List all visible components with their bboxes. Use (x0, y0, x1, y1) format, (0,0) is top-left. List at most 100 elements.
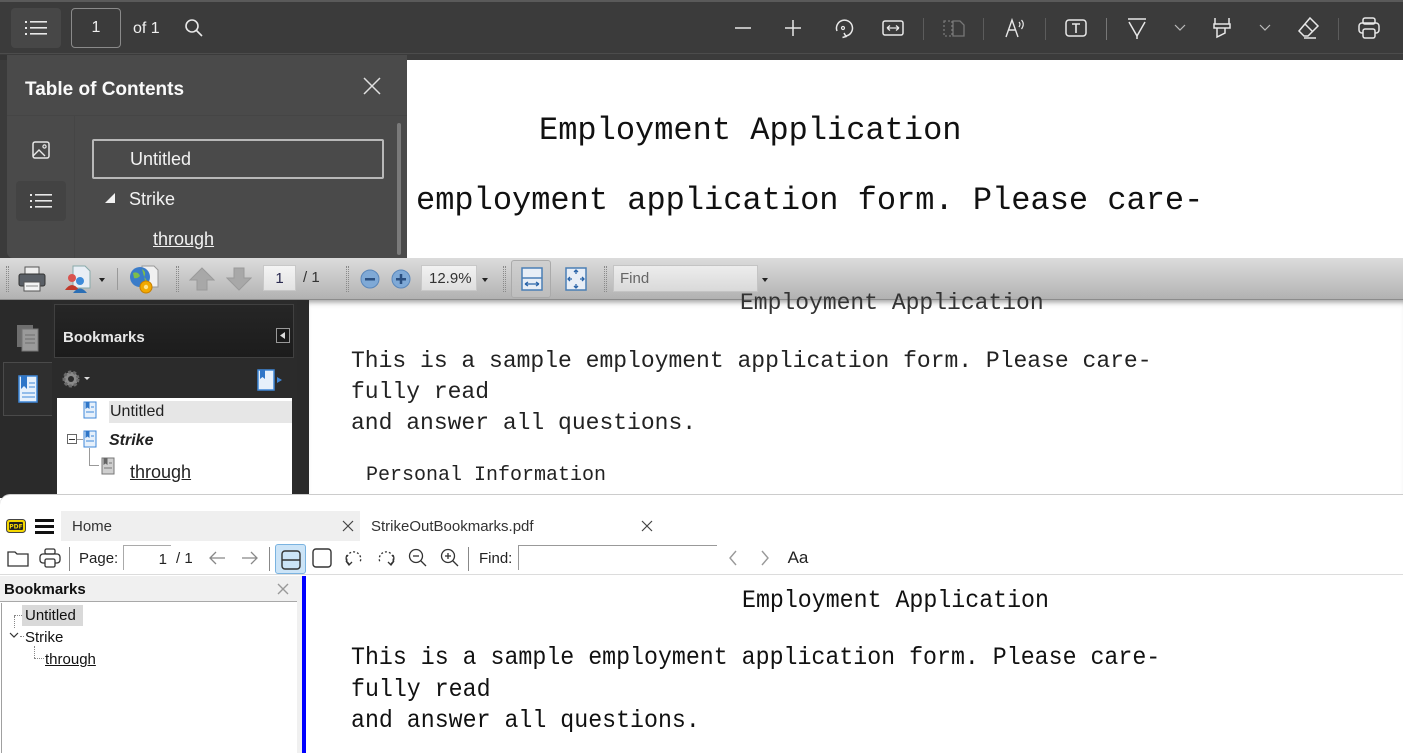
page-number-input[interactable]: 1 (71, 8, 121, 48)
toolbar-grip[interactable] (176, 266, 179, 292)
match-case-button[interactable]: Aa (785, 546, 811, 570)
outline-tab[interactable] (16, 181, 66, 221)
zoom-dropdown-arrow[interactable] (482, 278, 488, 282)
bookmark-item-through[interactable]: through (130, 462, 191, 483)
zoom-out-button[interactable] (731, 16, 755, 40)
toc-toggle-button[interactable] (11, 8, 61, 48)
document-text-line: and answer all questions. (351, 410, 697, 436)
print-button[interactable] (38, 546, 62, 570)
chevron-down-icon (1259, 24, 1271, 32)
close-bookmarks-button[interactable] (276, 582, 290, 596)
tab-home[interactable]: Home (61, 511, 360, 541)
read-aloud-button[interactable] (1003, 15, 1029, 41)
rotate-icon (832, 17, 854, 39)
draw-button[interactable] (1125, 15, 1149, 41)
bookmark-item-untitled[interactable]: Untitled (25, 607, 76, 624)
zoom-in-button[interactable] (781, 16, 805, 40)
erase-button[interactable] (1295, 15, 1321, 41)
find-input[interactable] (518, 545, 717, 570)
collapse-toggle[interactable] (67, 434, 77, 444)
toc-scrollbar[interactable] (397, 123, 401, 255)
previous-page-button[interactable] (205, 546, 229, 570)
toolbar-grip[interactable] (503, 266, 506, 292)
outline-icon (30, 193, 52, 209)
thumbnails-tab[interactable] (16, 130, 66, 170)
arrow-right-icon (241, 551, 259, 565)
expand-toggle[interactable] (9, 631, 19, 641)
search-button[interactable] (182, 16, 206, 40)
rotate-button[interactable] (831, 16, 855, 40)
hamburger-menu-icon (35, 518, 55, 534)
next-page-button[interactable] (238, 546, 262, 570)
fit-width-button[interactable] (275, 544, 306, 574)
toolbar-separator (117, 268, 118, 290)
open-file-button[interactable] (6, 546, 30, 570)
bookmark-options-button[interactable] (60, 368, 92, 390)
find-previous-button[interactable] (721, 546, 745, 570)
zoom-out-button[interactable] (406, 546, 430, 570)
toolbar-grip[interactable] (6, 266, 9, 292)
zoom-in-button[interactable] (385, 263, 417, 295)
page-number-input[interactable]: 1 (123, 545, 171, 570)
toc-item-through[interactable]: through (153, 229, 214, 250)
two-page-button[interactable] (942, 16, 966, 40)
previous-page-button[interactable] (186, 263, 218, 295)
tree-connector (14, 616, 15, 628)
toc-expand-toggle[interactable] (104, 192, 116, 204)
draw-options-dropdown[interactable] (1172, 20, 1188, 36)
toolbar-grip[interactable] (346, 266, 349, 292)
zoom-in-button[interactable] (438, 546, 462, 570)
bookmarks-pane: Bookmarks Untitled Strike through (0, 576, 297, 753)
arrow-down-icon (226, 266, 252, 292)
fit-width-button[interactable] (511, 260, 551, 298)
caret-left-icon (280, 332, 286, 339)
rotate-left-button[interactable] (342, 546, 366, 570)
rotate-right-button[interactable] (374, 546, 398, 570)
zoom-in-icon (390, 268, 412, 290)
toc-item-strike[interactable]: Strike (129, 189, 175, 210)
toc-close-button[interactable] (361, 75, 385, 99)
find-input[interactable]: Find (613, 265, 758, 292)
collaborate-button[interactable] (62, 263, 94, 295)
zoom-level-input[interactable]: 12.9% (421, 265, 477, 291)
fit-page-button[interactable] (560, 263, 592, 295)
pages-icon (15, 323, 41, 353)
close-tab-button[interactable] (341, 519, 355, 533)
toc-item-untitled[interactable]: Untitled (92, 139, 384, 179)
highlight-options-dropdown[interactable] (1257, 20, 1273, 36)
toc-panel: Table of Contents Untitled Strike throug… (7, 55, 407, 258)
zoom-out-button[interactable] (354, 263, 386, 295)
zoom-in-icon (783, 18, 803, 38)
acrobat-viewer: 1 / 1 12.9% Find Bookmarks Untitled Stri… (0, 258, 1403, 498)
highlight-button[interactable] (1210, 15, 1234, 41)
secure-button[interactable] (128, 263, 160, 295)
collaborate-dropdown-arrow[interactable] (99, 278, 105, 282)
bookmark-item-untitled[interactable]: Untitled (110, 403, 164, 421)
bookmarks-tab[interactable] (3, 362, 53, 416)
page-label: Page: (79, 550, 119, 567)
find-dropdown-arrow[interactable] (762, 278, 768, 282)
bookmarks-panel: Bookmarks Untitled Strike through (52, 300, 297, 498)
bookmark-item-through[interactable]: through (45, 651, 96, 668)
pages-tab[interactable] (3, 308, 53, 368)
fit-page-button[interactable] (310, 546, 334, 570)
tab-document[interactable]: StrikeOutBookmarks.pdf (360, 511, 660, 541)
toolbar-grip[interactable] (604, 266, 607, 292)
collapse-panel-button[interactable] (276, 328, 290, 343)
next-page-button[interactable] (223, 263, 255, 295)
fit-width-button[interactable] (881, 16, 905, 40)
minus-icon (69, 438, 75, 440)
find-next-button[interactable] (753, 546, 777, 570)
bookmark-goto-icon (255, 368, 285, 392)
document-text-line: fully read (351, 379, 490, 405)
page-number-input[interactable]: 1 (263, 265, 296, 291)
main-menu-button[interactable] (35, 518, 55, 534)
print-button[interactable] (16, 263, 48, 295)
expand-bookmark-button[interactable] (255, 368, 285, 392)
print-button[interactable] (1356, 16, 1382, 40)
close-tab-button[interactable] (640, 519, 654, 533)
bookmark-item-strike[interactable]: Strike (25, 629, 63, 646)
toc-item-label: Untitled (130, 149, 192, 169)
bookmark-item-strike[interactable]: Strike (109, 432, 153, 450)
add-text-button[interactable] (1064, 16, 1088, 40)
